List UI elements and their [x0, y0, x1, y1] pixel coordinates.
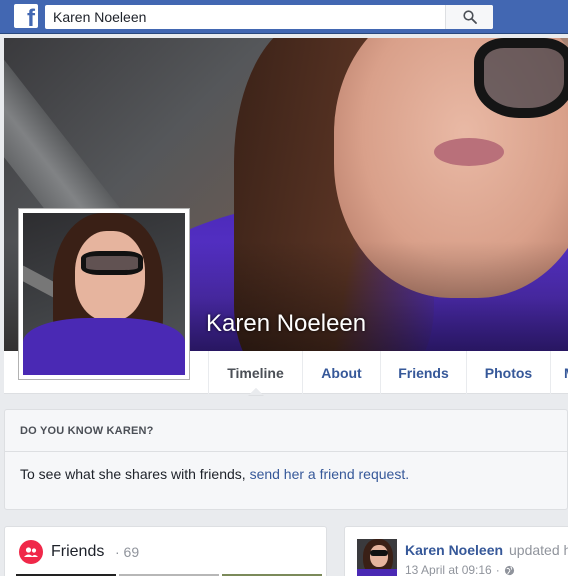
tab-label: Timeline: [227, 364, 284, 381]
profile-name[interactable]: Karen Noeleen: [206, 310, 366, 338]
tab-label: Photos: [484, 364, 533, 381]
avatar[interactable]: [357, 539, 397, 576]
tab-label: Friends: [398, 364, 449, 381]
do-you-know-heading: DO YOU KNOW KAREN?: [5, 410, 567, 452]
post-separator: ·: [495, 563, 500, 576]
top-bar: f: [0, 0, 568, 34]
tab-label: About: [321, 364, 362, 381]
post-author[interactable]: Karen Noeleen: [405, 542, 503, 558]
tab-timeline[interactable]: Timeline: [208, 351, 302, 396]
do-you-know-body: To see what she shares with friends, sen…: [5, 452, 567, 482]
facebook-logo-letter: f: [27, 5, 35, 29]
tab-label: M: [564, 365, 568, 381]
friends-count: · 69: [115, 544, 140, 560]
post-card: Karen Noeleen updated h 13 April at 09:1…: [344, 526, 568, 576]
do-you-know-text: To see what she shares with friends,: [20, 466, 250, 482]
globe-icon[interactable]: [504, 565, 515, 576]
profile-picture[interactable]: [18, 208, 190, 380]
tab-photos[interactable]: Photos: [466, 351, 550, 394]
tab-more[interactable]: M: [550, 351, 568, 394]
friends-card: Friends · 69: [4, 526, 327, 576]
search-box: [45, 5, 493, 29]
friends-title[interactable]: Friends: [51, 543, 104, 561]
search-input[interactable]: [45, 5, 445, 29]
search-button[interactable]: [445, 5, 493, 29]
profile-picture-image: [23, 213, 185, 375]
send-friend-request-link[interactable]: send her a friend request.: [250, 466, 410, 482]
tab-about[interactable]: About: [302, 351, 380, 394]
post-timestamp[interactable]: 13 April at 09:16: [405, 563, 492, 576]
tab-friends[interactable]: Friends: [380, 351, 466, 394]
friends-icon: [19, 540, 43, 564]
post-meta: 13 April at 09:16 ·: [405, 563, 515, 576]
facebook-logo[interactable]: f: [14, 4, 38, 28]
post-action-text: updated h: [509, 542, 568, 558]
search-icon: [462, 10, 477, 24]
do-you-know-box: DO YOU KNOW KAREN? To see what she share…: [4, 409, 568, 510]
